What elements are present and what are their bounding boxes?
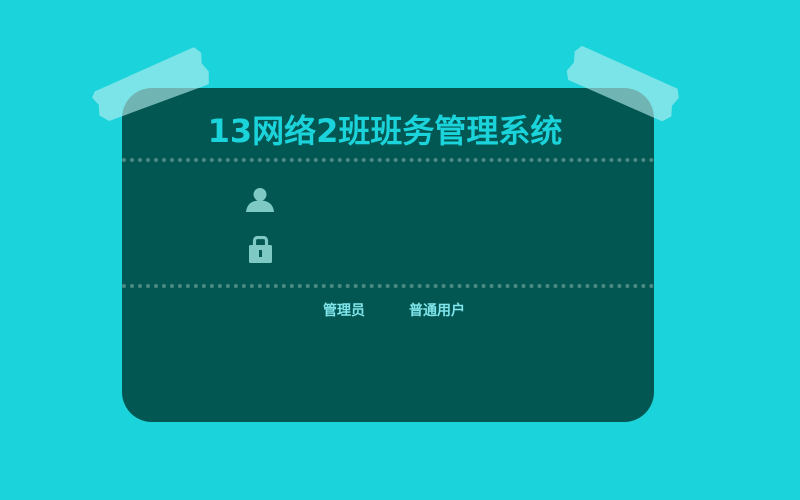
divider-bottom (122, 284, 654, 288)
divider-top (122, 158, 654, 162)
admin-role-button[interactable]: 管理员 (323, 300, 365, 320)
normal-user-role-button[interactable]: 普通用户 (409, 300, 465, 320)
password-input[interactable] (290, 236, 594, 266)
user-icon (245, 186, 275, 214)
username-input[interactable] (290, 186, 594, 216)
lock-icon (247, 235, 274, 264)
